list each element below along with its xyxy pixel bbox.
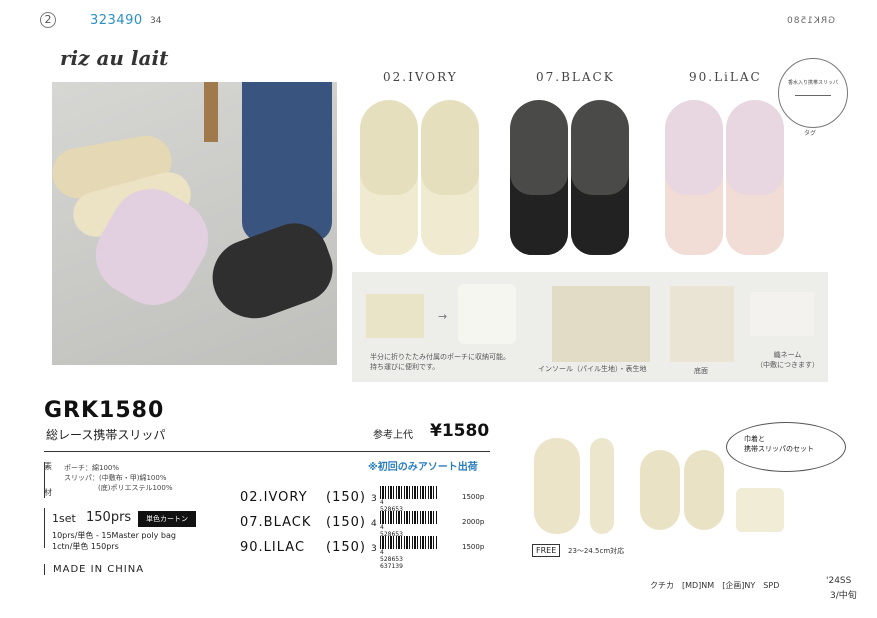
packing-bracket (44, 508, 45, 548)
caption-insole: インソール（パイル生地）・表生地 (538, 365, 647, 373)
variant-size-code: 4 (371, 519, 377, 529)
variant-size-code: 3 (371, 544, 377, 554)
bubble-text: 巾着と 携帯スリッパのセット (744, 435, 814, 453)
jeans (242, 82, 332, 242)
packing-set: 1set (52, 512, 76, 525)
folded-slipper-photo (366, 294, 424, 338)
set-slipper-left (640, 450, 680, 530)
page-marker: 2 (40, 12, 56, 28)
product-code: 323490 (90, 13, 143, 28)
ship-timing: 3/中旬 (830, 591, 857, 601)
lilac-pair-photo (660, 100, 790, 260)
price-value: ¥1580 (430, 421, 490, 441)
black-pair-photo (505, 100, 635, 260)
material-label-top: 素 (44, 462, 52, 471)
page-number: 34 (150, 16, 162, 26)
pouch-photo (458, 284, 516, 344)
sole-photo (670, 286, 734, 362)
staff-credits: クチカ [MD]NM [企画]NY SPD (650, 581, 780, 590)
color-label-black: 07.BLACK (536, 70, 615, 84)
price-label: 参考上代 (373, 430, 413, 441)
barcode (380, 511, 438, 524)
tag-label: タグ (804, 130, 817, 137)
material-line-3: (底)ポリエステル100% (98, 484, 173, 492)
mirrored-code: GRK1580 (785, 16, 835, 26)
pouch-set-photo (736, 488, 784, 532)
variant-pcs: 1500p (462, 493, 485, 501)
variant-name: 07.BLACK (240, 515, 312, 530)
variant-qty: (150) (326, 515, 366, 530)
slipper-sole-photo (534, 438, 580, 534)
barcode (380, 536, 438, 549)
slipper-side-photo (590, 438, 614, 534)
size-range: 23～24.5cm対応 (568, 547, 625, 555)
woven-label-photo (750, 292, 814, 336)
material-label-bottom: 材 (44, 488, 52, 497)
detail-panel: → 半分に折りたたみ付属のポーチに収納可能。 持ち運びに便利です。 インソール（… (352, 272, 828, 382)
variant-qty: (150) (326, 540, 366, 555)
product-subtitle: 総レース携帯スリッパ (46, 428, 166, 442)
variant-name: 02.IVORY (240, 490, 308, 505)
variant-pcs: 2000p (462, 518, 485, 526)
variant-size-code: 3 (371, 494, 377, 504)
insole-photo (552, 286, 650, 362)
set-slipper-right (684, 450, 724, 530)
caption-fold: 半分に折りたたみ付属のポーチに収納可能。 持ち運びに便利です。 (370, 353, 510, 371)
carton-badge: 単色カートン (138, 511, 196, 527)
brand-logo: riz au lait (60, 46, 169, 70)
jan-code: 4 528653 637139 (380, 549, 403, 570)
color-label-ivory: 02.IVORY (383, 70, 458, 84)
assort-note: ※初回のみアソート出荷 (368, 462, 478, 473)
divider (44, 451, 490, 452)
material-line-1: ポーチ：綿100% (64, 464, 120, 472)
lifestyle-photo (52, 82, 337, 365)
size-badge: FREE (532, 544, 561, 557)
tag-text: 香水入り携帯スリッパ (787, 80, 838, 86)
variant-qty: (150) (326, 490, 366, 505)
material-line-2: スリッパ：(中敷布・甲)綿100% (64, 474, 167, 482)
barcode (380, 486, 438, 499)
made-in: MADE IN CHINA (44, 564, 144, 575)
caption-label: 織ネーム （中敷につきます） (756, 351, 819, 369)
packing-line-2: 1ctn/単色 150prs (52, 542, 119, 551)
arrow-right-icon: → (438, 310, 448, 323)
caption-sole: 底面 (694, 367, 708, 375)
tag-illustration: 香水入り携帯スリッパ (778, 58, 848, 128)
color-label-lilac: 90.LiLAC (689, 70, 762, 84)
chair-leg (204, 82, 218, 142)
packing-prs: 150prs (86, 510, 132, 525)
packing-line-1: 10prs/単色 - 15Master poly bag (52, 531, 176, 540)
variant-pcs: 1500p (462, 543, 485, 551)
tag-drawing (795, 95, 831, 110)
season: '24SS (826, 576, 852, 586)
product-title: GRK1580 (44, 398, 165, 423)
ivory-pair-photo (355, 100, 485, 260)
variant-name: 90.LILAC (240, 540, 306, 555)
